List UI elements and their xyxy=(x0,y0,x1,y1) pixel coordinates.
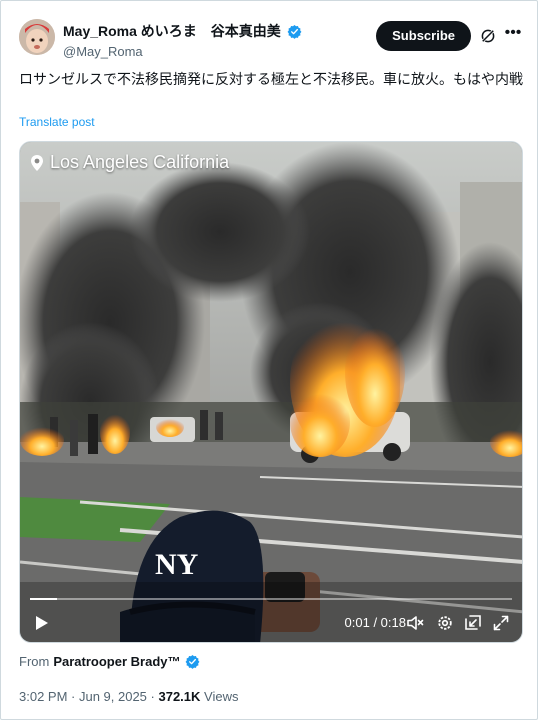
more-icon[interactable]: ••• xyxy=(503,25,523,43)
from-prefix: From xyxy=(19,654,50,669)
meta-separator: · xyxy=(146,689,159,704)
source-verified-badge-icon xyxy=(185,654,199,669)
grok-icon[interactable] xyxy=(479,27,497,45)
views-count: 372.1K xyxy=(158,689,201,704)
author-names: May_Roma めいろま 谷本真由美 @May_Roma xyxy=(63,21,302,59)
views-label: Views xyxy=(200,689,239,704)
avatar[interactable] xyxy=(19,19,55,55)
location-pin-icon xyxy=(31,154,43,171)
video-time: 0:01 / 0:18 xyxy=(344,615,406,630)
source-name-link[interactable]: Paratrooper Brady™ xyxy=(53,654,180,669)
play-icon[interactable] xyxy=(32,614,50,632)
location-text: Los Angeles California xyxy=(50,152,230,172)
verified-badge-icon xyxy=(287,24,302,39)
translate-post-link[interactable]: Translate post xyxy=(19,115,95,129)
settings-gear-icon[interactable] xyxy=(436,614,454,632)
video-controls: 0:01 / 0:18 xyxy=(20,592,522,642)
video-progress-fill xyxy=(30,598,57,600)
video-frame: NY xyxy=(20,142,522,642)
tweet-card: May_Roma めいろま 谷本真由美 @May_Roma Subscribe … xyxy=(0,0,538,720)
video-source: From Paratrooper Brady™ xyxy=(19,654,200,669)
cap-logo-text: NY xyxy=(155,548,199,581)
author-handle[interactable]: @May_Roma xyxy=(63,44,302,59)
video-progress-bar[interactable] xyxy=(30,598,512,600)
video-player[interactable]: NY Los Angeles California 0:01 / 0:18 xyxy=(19,141,523,643)
tweet-header: May_Roma めいろま 谷本真由美 @May_Roma Subscribe … xyxy=(19,17,523,61)
subscribe-button[interactable]: Subscribe xyxy=(376,21,471,51)
location-overlay: Los Angeles California xyxy=(30,152,229,173)
post-meta: 3:02 PM · Jun 9, 2025 · 372.1K Views xyxy=(19,689,238,704)
post-text: ロサンゼルスで不法移民摘発に反対する極左と不法移民。車に放火。もはや内戦 xyxy=(19,71,523,87)
author-display-name[interactable]: May_Roma めいろま 谷本真由美 xyxy=(63,21,281,41)
volume-icon[interactable] xyxy=(406,614,424,632)
timestamp-link[interactable]: 3:02 PM · Jun 9, 2025 xyxy=(19,689,147,704)
picture-in-picture-icon[interactable] xyxy=(464,614,482,632)
fullscreen-icon[interactable] xyxy=(492,614,510,632)
